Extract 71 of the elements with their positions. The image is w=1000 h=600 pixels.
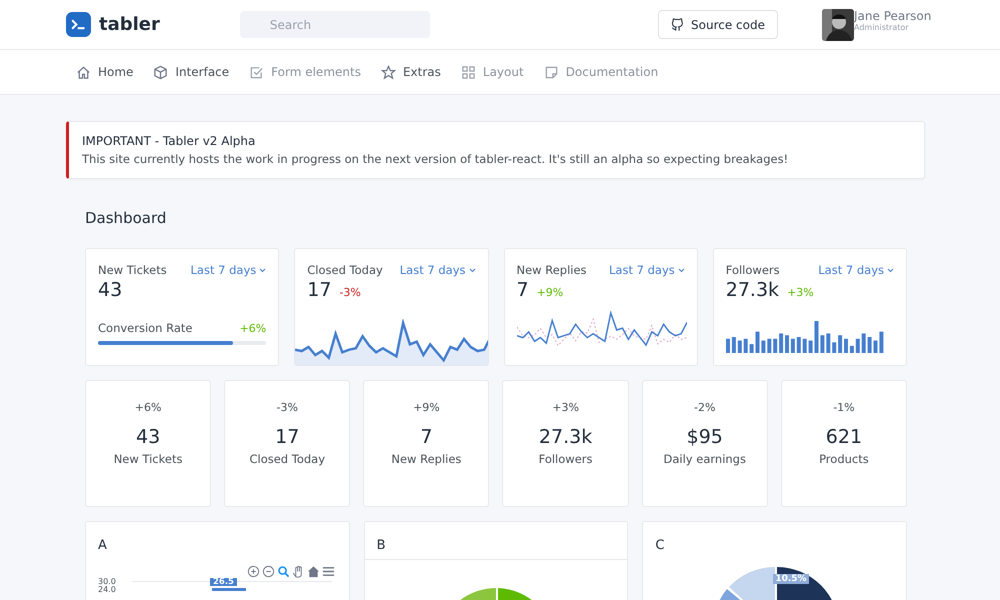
- delta-text: -1%: [833, 401, 855, 414]
- delta-text: +3%: [787, 286, 814, 299]
- metric-value: 621: [826, 426, 862, 448]
- star-icon: [380, 64, 396, 80]
- card-label: Followers: [538, 452, 592, 466]
- metric-value: $95: [686, 426, 723, 448]
- zoom-out-icon[interactable]: [262, 565, 275, 578]
- nav-item[interactable]: Home: [76, 64, 134, 80]
- page-title: Dashboard: [85, 209, 166, 227]
- period-dropdown[interactable]: Last 7 days: [400, 263, 476, 277]
- alert-text: This site currently hosts the work in progress on the next version of tabler-react. It's still an alpha so expecting breakages!: [82, 152, 790, 166]
- metric-label: Conversion Rate: [98, 321, 192, 335]
- search-field[interactable]: Search: [240, 11, 430, 38]
- home-icon: [76, 64, 91, 80]
- menu-icon[interactable]: [322, 565, 335, 578]
- card-label: New Tickets: [98, 263, 167, 277]
- card-label: New Replies: [391, 452, 462, 466]
- hand-icon[interactable]: [292, 565, 305, 578]
- metric-value: 43: [98, 279, 122, 301]
- grid-icon: [460, 64, 476, 80]
- delta-text: +6%: [134, 401, 162, 414]
- cube-icon: [153, 64, 168, 80]
- delta-text: -3%: [339, 286, 361, 299]
- delta-text: +3%: [552, 401, 579, 414]
- alert-title: IMPORTANT - Tabler v2 Alpha: [82, 134, 256, 148]
- data-label: 26.5: [210, 578, 237, 586]
- metric-value: 7: [516, 279, 529, 301]
- chevron-icon: [887, 268, 894, 272]
- logo-icon: [66, 12, 91, 37]
- logo-text: tabler: [99, 14, 160, 35]
- chevron-icon: [259, 268, 266, 272]
- delta-text: +9%: [413, 401, 440, 414]
- delta-text: +6%: [240, 322, 266, 335]
- metric-value: 27.3k: [726, 279, 780, 301]
- source-code-button[interactable]: Source code: [658, 10, 778, 39]
- delta-text: +9%: [536, 286, 564, 299]
- card-label: Closed Today: [307, 263, 383, 277]
- metric-value: 7: [420, 426, 432, 448]
- zoom-in-icon[interactable]: [246, 565, 260, 578]
- period-dropdown[interactable]: Last 7 days: [190, 263, 266, 277]
- card-label: New Replies: [516, 263, 587, 277]
- metric-value: 27.3k: [538, 426, 592, 448]
- metric-value: 17: [307, 279, 332, 301]
- chevron-icon: [678, 268, 685, 272]
- home-icon[interactable]: [306, 565, 320, 578]
- nav-item[interactable]: Extras: [380, 64, 441, 80]
- chart-title: B: [376, 537, 387, 553]
- axis-label: 24.0: [98, 586, 116, 594]
- user-role: Administrator: [854, 22, 910, 32]
- chevron-icon: [468, 268, 476, 272]
- user-name: Jane Pearson: [854, 8, 932, 22]
- card-label: Followers: [726, 263, 780, 277]
- github-icon: [671, 18, 684, 31]
- slice-label: 10.5%: [773, 574, 809, 584]
- metric-value: 17: [275, 426, 300, 448]
- period-dropdown[interactable]: Last 7 days: [818, 263, 894, 277]
- axis-label: 30.0: [98, 578, 116, 586]
- card-label: New Tickets: [114, 452, 182, 466]
- period-dropdown[interactable]: Last 7 days: [609, 263, 685, 277]
- delta-text: -3%: [276, 401, 298, 414]
- card-label: Daily earnings: [664, 452, 746, 466]
- nav-item[interactable]: Interface: [153, 64, 230, 80]
- chart-title: C: [654, 537, 666, 553]
- chart-title: A: [97, 537, 108, 553]
- metric-value: 43: [136, 426, 160, 448]
- note-icon: [544, 64, 559, 80]
- card-label: Products: [819, 452, 869, 466]
- search-icon[interactable]: [276, 565, 290, 578]
- delta-text: -2%: [694, 401, 716, 414]
- checkbox-icon: [249, 64, 264, 80]
- card-label: Closed Today: [249, 452, 326, 466]
